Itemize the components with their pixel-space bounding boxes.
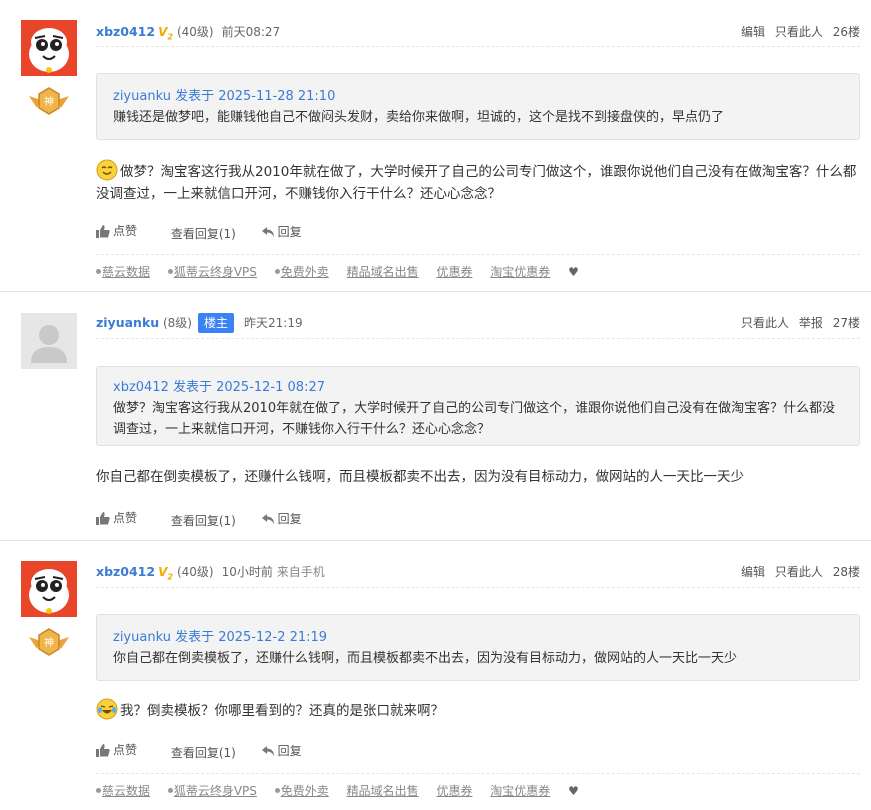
only-this-user-link[interactable]: 只看此人: [775, 25, 823, 39]
reply-arrow-icon: [261, 745, 274, 756]
only-this-user-link[interactable]: 只看此人: [775, 565, 823, 579]
post-actions-right: 编辑 只看此人 26楼: [735, 22, 860, 42]
ad-link[interactable]: 慈云数据: [96, 782, 150, 800]
edit-link[interactable]: 编辑: [741, 565, 765, 579]
reply-arrow-icon: [261, 226, 274, 237]
quote-text: 赚钱还是做梦吧，能赚钱他自己不做闷头发财，卖给你来做啊，坦诚的，这个是找不到接盘…: [113, 110, 725, 125]
ad-link[interactable]: 淘宝优惠券: [490, 782, 550, 800]
ad-link[interactable]: 免费外卖: [274, 782, 329, 800]
edit-link[interactable]: 编辑: [741, 25, 765, 39]
quote-text: 你自己都在倒卖模板了，还赚什么钱啊，而且模板都卖不出去，因为没有目标动力，做网站…: [113, 651, 738, 666]
post-meta: xbz0412 V2 (40级) 10小时前 来自手机 编辑 只看此人 28楼: [96, 562, 860, 582]
meta-divider: [96, 587, 860, 588]
quote-block: ziyuanku 发表于 2025-11-28 21:10 赚钱还是做梦吧，能赚…: [96, 73, 860, 140]
username-link[interactable]: xbz0412: [96, 564, 155, 579]
only-this-user-link[interactable]: 只看此人: [741, 316, 789, 330]
post-source: 来自手机: [276, 565, 325, 579]
ad-link[interactable]: 精品域名出售: [347, 263, 419, 281]
thumbs-up-icon: [96, 743, 110, 757]
post-26: 神 xbz0412 V2 (40级) 前天08:27 编辑 只看此人 26楼 ziyu…: [0, 0, 871, 291]
smile-emoji-icon: [96, 159, 118, 181]
quote-block: ziyuanku 发表于 2025-12-2 21:19 你自己都在倒卖模板了，…: [96, 614, 860, 681]
post-time: 10小时前: [221, 565, 273, 579]
ad-link[interactable]: 优惠券: [436, 782, 472, 800]
op-badge: 楼主: [197, 313, 234, 333]
post-actions-right: 编辑 只看此人 28楼: [735, 562, 860, 582]
post-body-text: 你自己都在倒卖模板了，还赚什么钱啊，而且模板都卖不出去，因为没有目标动力，做网站…: [96, 469, 744, 485]
post-28: 神 xbz0412 V2 (40级) 10小时前 来自手机 编辑 只看此人 28楼 z…: [0, 540, 871, 809]
username-link[interactable]: xbz0412: [96, 24, 155, 39]
user-avatar[interactable]: [21, 20, 77, 76]
post-meta: ziyuanku (8级) 楼主 昨天21:19 只看此人 举报 27楼: [96, 313, 860, 333]
post-time: 昨天21:19: [244, 316, 303, 330]
ad-links: 慈云数据 狐蒂云终身VPS 免费外卖 精品域名出售 优惠券 淘宝优惠券 ♥: [96, 263, 860, 281]
reply-button[interactable]: 回复: [261, 741, 302, 761]
svg-text:神: 神: [44, 95, 54, 108]
quote-header[interactable]: ziyuanku 发表于 2025-12-2 21:19: [113, 627, 843, 648]
floor-number[interactable]: 26楼: [833, 25, 860, 39]
heart-icon[interactable]: ♥: [568, 265, 579, 279]
floor-number[interactable]: 27楼: [833, 316, 860, 330]
floor-number[interactable]: 28楼: [833, 565, 860, 579]
ad-links: 慈云数据 狐蒂云终身VPS 免费外卖 精品域名出售 优惠券 淘宝优惠券 ♥: [96, 782, 860, 800]
post-body: 我？倒卖模板？你哪里看到的？还真的是张口就来啊？: [96, 698, 860, 722]
meta-divider: [96, 338, 860, 339]
post-body-text: 做梦？淘宝客这行我从2010年就在做了，大学时候开了自己的公司专门做这个，谁跟你…: [96, 164, 857, 202]
post-actions: 点赞 查看回复(1) 回复: [96, 221, 596, 241]
quote-header[interactable]: xbz0412 发表于 2025-12-1 08:27: [113, 377, 843, 398]
reply-button[interactable]: 回复: [261, 509, 302, 529]
actions-divider: [96, 773, 860, 774]
rank-medal-icon: 神: [27, 86, 71, 118]
post-body: 做梦？淘宝客这行我从2010年就在做了，大学时候开了自己的公司专门做这个，谁跟你…: [96, 159, 860, 205]
report-link[interactable]: 举报: [799, 316, 823, 330]
ad-link[interactable]: 狐蒂云终身VPS: [167, 263, 257, 281]
user-avatar[interactable]: [21, 313, 77, 369]
view-replies-button[interactable]: 查看回复(1): [171, 224, 236, 244]
ad-link[interactable]: 狐蒂云终身VPS: [167, 782, 257, 800]
ad-link[interactable]: 免费外卖: [274, 263, 329, 281]
username-link[interactable]: ziyuanku: [96, 315, 159, 330]
reply-button[interactable]: 回复: [261, 222, 302, 242]
post-body: 你自己都在倒卖模板了，还赚什么钱啊，而且模板都卖不出去，因为没有目标动力，做网站…: [96, 466, 860, 488]
vip-badge: V2: [158, 565, 173, 582]
post-actions: 点赞 查看回复(1) 回复: [96, 740, 596, 760]
post-actions: 点赞 查看回复(1) 回复: [96, 508, 596, 528]
post-27: ziyuanku (8级) 楼主 昨天21:19 只看此人 举报 27楼 xbz04…: [0, 291, 871, 540]
quote-block: xbz0412 发表于 2025-12-1 08:27 做梦？淘宝客这行我从20…: [96, 366, 860, 446]
view-replies-button[interactable]: 查看回复(1): [171, 511, 236, 531]
user-level: (8级): [162, 316, 192, 330]
post-body-text: 我？倒卖模板？你哪里看到的？还真的是张口就来啊？: [120, 703, 444, 719]
reply-arrow-icon: [261, 513, 274, 524]
svg-text:神: 神: [44, 636, 54, 649]
ad-link[interactable]: 优惠券: [436, 263, 472, 281]
ad-link[interactable]: 精品域名出售: [347, 782, 419, 800]
like-button[interactable]: 点赞: [96, 740, 137, 760]
like-button[interactable]: 点赞: [96, 221, 137, 241]
thumbs-up-icon: [96, 224, 110, 238]
quote-header[interactable]: ziyuanku 发表于 2025-11-28 21:10: [113, 86, 843, 107]
view-replies-button[interactable]: 查看回复(1): [171, 743, 236, 763]
actions-divider: [96, 254, 860, 255]
post-meta: xbz0412 V2 (40级) 前天08:27 编辑 只看此人 26楼: [96, 22, 860, 42]
post-actions-right: 只看此人 举报 27楼: [735, 313, 860, 333]
like-button[interactable]: 点赞: [96, 508, 137, 528]
ad-link[interactable]: 淘宝优惠券: [490, 263, 550, 281]
user-level: (40级): [176, 25, 214, 39]
post-time: 前天08:27: [221, 25, 281, 39]
vip-badge: V2: [158, 25, 173, 42]
user-avatar[interactable]: [21, 561, 77, 617]
user-level: (40级): [176, 565, 214, 579]
thumbs-up-icon: [96, 511, 110, 525]
quote-text: 做梦？淘宝客这行我从2010年就在做了，大学时候开了自己的公司专门做这个，谁跟你…: [113, 401, 836, 437]
heart-icon[interactable]: ♥: [568, 784, 579, 798]
ad-link[interactable]: 慈云数据: [96, 263, 150, 281]
laugh-cry-emoji-icon: [96, 698, 118, 720]
rank-medal-icon: 神: [27, 627, 71, 659]
meta-divider: [96, 46, 860, 47]
